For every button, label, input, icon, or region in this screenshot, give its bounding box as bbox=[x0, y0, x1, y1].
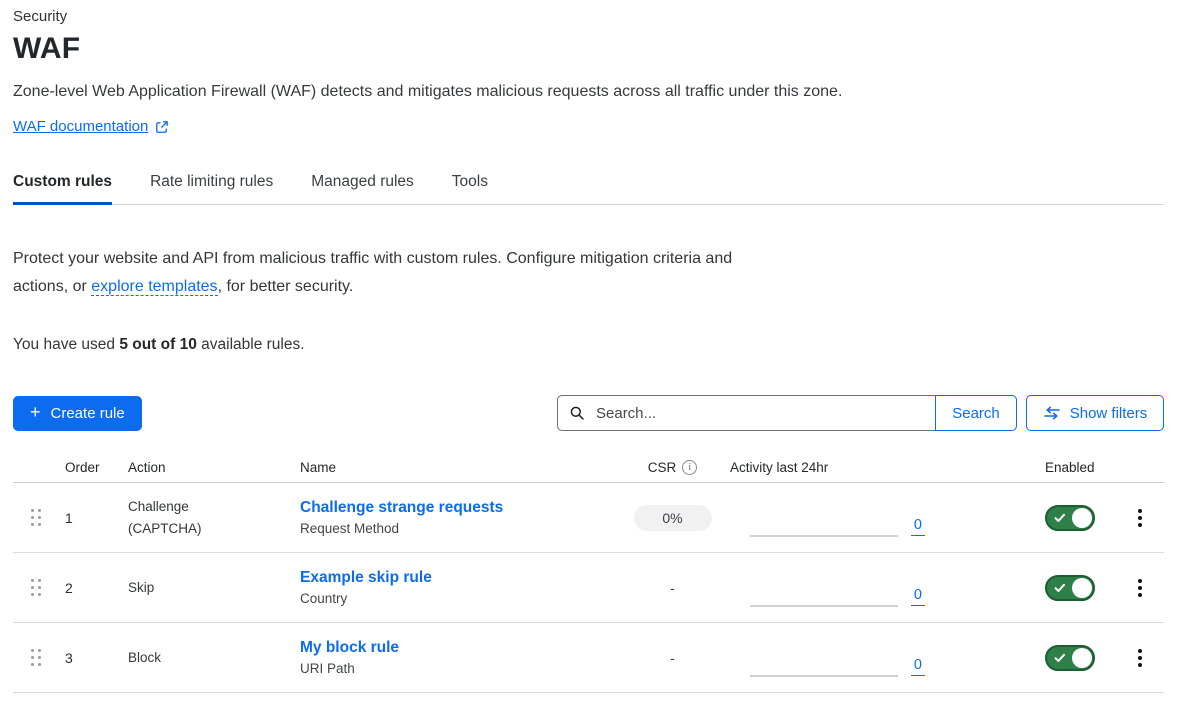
kebab-menu-icon[interactable] bbox=[1133, 643, 1147, 673]
toggle-knob bbox=[1072, 578, 1092, 598]
csr-value: - bbox=[670, 580, 675, 596]
search-button[interactable]: Search bbox=[935, 395, 1017, 431]
col-header-name: Name bbox=[290, 460, 615, 475]
rule-name-link[interactable]: Challenge strange requests bbox=[300, 499, 503, 517]
enabled-toggle[interactable] bbox=[1045, 505, 1095, 531]
csr-value: - bbox=[670, 650, 675, 666]
show-filters-label: Show filters bbox=[1070, 405, 1148, 422]
rule-order: 3 bbox=[55, 650, 118, 666]
activity-count-link[interactable]: 0 bbox=[911, 587, 925, 606]
check-icon bbox=[1054, 652, 1066, 664]
tab-managed-rules[interactable]: Managed rules bbox=[311, 163, 414, 204]
usage-prefix: You have used bbox=[13, 336, 119, 353]
col-header-action: Action bbox=[118, 460, 290, 475]
page-title: WAF bbox=[13, 32, 1164, 66]
info-icon[interactable]: i bbox=[682, 460, 697, 475]
explore-templates-link[interactable]: explore templates bbox=[91, 278, 217, 296]
external-link-icon bbox=[155, 120, 169, 134]
check-icon bbox=[1054, 582, 1066, 594]
table-row: 1 Challenge (CAPTCHA) Challenge strange … bbox=[13, 483, 1164, 553]
rule-field: URI Path bbox=[300, 661, 615, 676]
kebab-menu-icon[interactable] bbox=[1133, 573, 1147, 603]
rule-order: 2 bbox=[55, 580, 118, 596]
usage-summary: You have used 5 out of 10 available rule… bbox=[13, 336, 1164, 354]
activity-sparkline bbox=[750, 535, 898, 537]
kebab-menu-icon[interactable] bbox=[1133, 503, 1147, 533]
drag-handle-icon[interactable] bbox=[31, 509, 41, 526]
table-row: 2 Skip Example skip rule Country - 0 bbox=[13, 553, 1164, 623]
activity-sparkline bbox=[750, 605, 898, 607]
tab-bar: Custom rules Rate limiting rules Managed… bbox=[13, 163, 1164, 205]
csr-header-label: CSR bbox=[648, 460, 677, 475]
page-description: Zone-level Web Application Firewall (WAF… bbox=[13, 83, 1164, 101]
waf-page: Security WAF Zone-level Web Application … bbox=[0, 0, 1177, 693]
search-input[interactable] bbox=[594, 404, 924, 423]
tab-tools[interactable]: Tools bbox=[452, 163, 488, 204]
col-header-csr: CSR i bbox=[615, 460, 730, 475]
tab-custom-rules[interactable]: Custom rules bbox=[13, 163, 112, 205]
toggle-knob bbox=[1072, 648, 1092, 668]
rules-table: Order Action Name CSR i Activity last 24… bbox=[13, 453, 1164, 693]
rule-field: Request Method bbox=[300, 521, 615, 536]
col-header-order: Order bbox=[55, 460, 118, 475]
activity-count-link[interactable]: 0 bbox=[911, 517, 925, 536]
search-group: Search bbox=[557, 395, 1017, 431]
create-rule-label: Create rule bbox=[51, 405, 125, 422]
activity-count-link[interactable]: 0 bbox=[911, 657, 925, 676]
filter-arrows-icon bbox=[1043, 406, 1061, 420]
show-filters-button[interactable]: Show filters bbox=[1026, 395, 1164, 431]
rule-action: Block bbox=[118, 647, 233, 669]
csr-value-badge: 0% bbox=[634, 505, 712, 531]
table-header-row: Order Action Name CSR i Activity last 24… bbox=[13, 453, 1164, 483]
usage-suffix: available rules. bbox=[197, 336, 305, 353]
activity-sparkline bbox=[750, 675, 898, 677]
rule-field: Country bbox=[300, 591, 615, 606]
waf-documentation-link[interactable]: WAF documentation bbox=[13, 118, 169, 135]
create-rule-button[interactable]: + Create rule bbox=[13, 396, 142, 431]
col-header-enabled: Enabled bbox=[1045, 460, 1133, 475]
rule-name-link[interactable]: Example skip rule bbox=[300, 569, 432, 587]
rule-name-link[interactable]: My block rule bbox=[300, 639, 399, 657]
waf-documentation-label: WAF documentation bbox=[13, 118, 148, 135]
toolbar: + Create rule Search Show filters bbox=[13, 395, 1164, 431]
drag-handle-icon[interactable] bbox=[31, 579, 41, 596]
tab-rate-limiting-rules[interactable]: Rate limiting rules bbox=[150, 163, 273, 204]
rule-order: 1 bbox=[55, 510, 118, 526]
table-row: 3 Block My block rule URI Path - 0 bbox=[13, 623, 1164, 693]
col-header-activity: Activity last 24hr bbox=[730, 460, 955, 475]
enabled-toggle[interactable] bbox=[1045, 575, 1095, 601]
search-input-wrap bbox=[557, 395, 936, 431]
search-icon bbox=[569, 405, 585, 421]
check-icon bbox=[1054, 512, 1066, 524]
intro-text: Protect your website and API from malici… bbox=[13, 245, 751, 301]
toggle-knob bbox=[1072, 508, 1092, 528]
usage-count: 5 out of 10 bbox=[119, 336, 197, 353]
rule-action: Challenge (CAPTCHA) bbox=[118, 496, 233, 539]
breadcrumb-security: Security bbox=[13, 8, 1164, 25]
plus-icon: + bbox=[30, 403, 41, 421]
enabled-toggle[interactable] bbox=[1045, 645, 1095, 671]
intro-text-after: , for better security. bbox=[218, 278, 354, 295]
drag-handle-icon[interactable] bbox=[31, 649, 41, 666]
rule-action: Skip bbox=[118, 577, 233, 599]
